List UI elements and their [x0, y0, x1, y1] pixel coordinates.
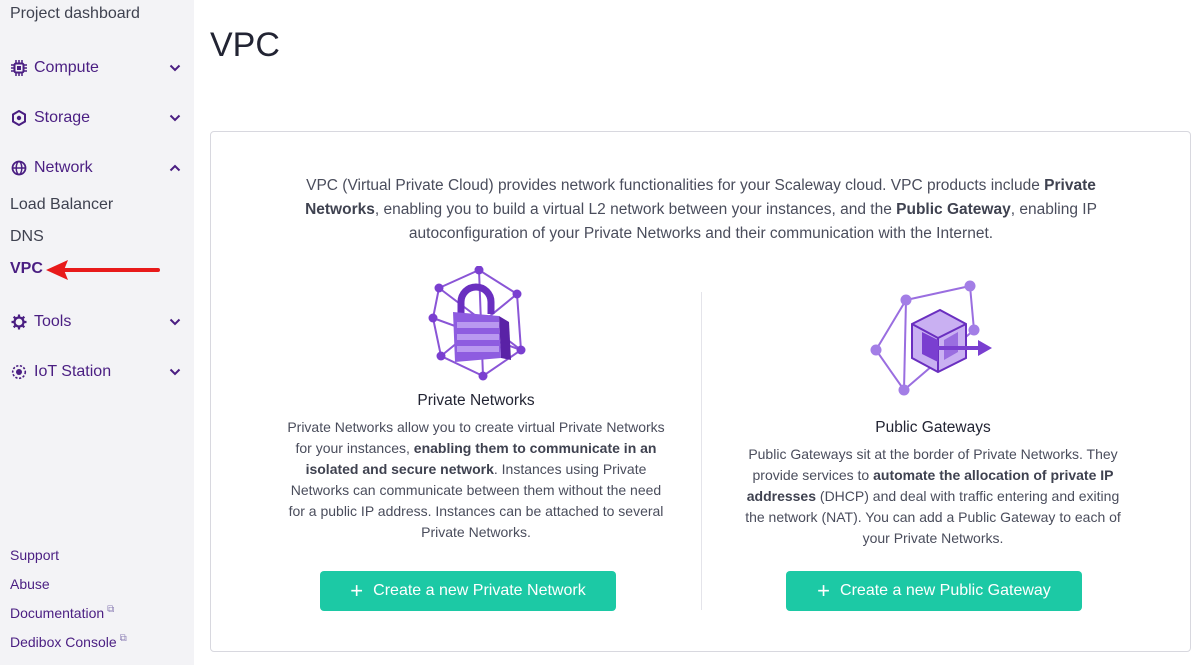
sidebar-category-compute[interactable]: Compute	[10, 56, 182, 80]
footer-link-label: Dedibox Console	[10, 634, 117, 650]
iot-icon	[10, 363, 28, 381]
sidebar-category-network[interactable]: Network	[10, 156, 182, 180]
intro-text: VPC (Virtual Private Cloud) provides net…	[296, 174, 1106, 246]
button-label: Create a new Public Gateway	[840, 582, 1051, 599]
footer-link-documentation[interactable]: Documentation ⧉	[10, 603, 115, 622]
sidebar-item-dns[interactable]: DNS	[10, 228, 44, 246]
create-private-network-button[interactable]: + Create a new Private Network	[320, 571, 616, 611]
page-title: VPC	[210, 26, 280, 64]
public-gateway-cube-icon	[870, 280, 992, 396]
private-networks-section: Private Networks Private Networks allow …	[281, 266, 671, 543]
footer-link-label: Documentation	[10, 605, 105, 621]
chevron-down-icon	[168, 365, 182, 379]
column-divider	[701, 292, 702, 610]
sidebar: Project dashboard Compute Storage Networ…	[0, 0, 194, 665]
sidebar-category-iot-station[interactable]: IoT Station	[10, 360, 182, 384]
sidebar-category-label: Compute	[34, 59, 99, 76]
chip-icon	[10, 59, 28, 77]
external-link-icon: ⧉	[119, 632, 127, 644]
create-public-gateway-button[interactable]: + Create a new Public Gateway	[786, 571, 1082, 611]
sidebar-category-label: Network	[34, 159, 93, 176]
private-networks-title: Private Networks	[417, 392, 535, 409]
sidebar-category-label: Tools	[34, 313, 72, 330]
globe-icon	[10, 159, 28, 177]
footer-link-label: Support	[10, 547, 60, 563]
plus-icon: +	[350, 578, 364, 603]
public-gateways-section: Public Gateways Public Gateways sit at t…	[743, 278, 1123, 549]
public-gateways-description: Public Gateways sit at the border of Pri…	[743, 444, 1123, 549]
chevron-up-icon	[168, 161, 182, 175]
intro-text-part: , enabling you to build a virtual L2 net…	[374, 201, 897, 218]
button-label: Create a new Private Network	[373, 582, 586, 599]
vpc-overview-card: VPC (Virtual Private Cloud) provides net…	[210, 131, 1191, 652]
private-network-lock-icon	[428, 266, 526, 381]
annotation-arrow-icon	[46, 260, 160, 280]
external-link-icon: ⧉	[107, 603, 115, 615]
gear-icon	[10, 313, 28, 331]
sidebar-category-tools[interactable]: Tools	[10, 310, 182, 334]
footer-link-abuse[interactable]: Abuse	[10, 576, 50, 592]
footer-link-support[interactable]: Support	[10, 547, 59, 563]
footer-link-dedibox-console[interactable]: Dedibox Console ⧉	[10, 632, 127, 651]
chevron-down-icon	[168, 61, 182, 75]
plus-icon: +	[817, 578, 831, 603]
hexagon-icon	[10, 109, 28, 127]
chevron-down-icon	[168, 315, 182, 329]
sidebar-category-storage[interactable]: Storage	[10, 106, 182, 130]
intro-text-part: VPC (Virtual Private Cloud) provides net…	[306, 177, 1045, 194]
sidebar-category-label: IoT Station	[34, 363, 112, 380]
chevron-down-icon	[168, 111, 182, 125]
intro-text-bold: Public Gateway	[896, 201, 1011, 218]
private-networks-description: Private Networks allow you to create vir…	[281, 417, 671, 543]
project-dashboard-link[interactable]: Project dashboard	[10, 5, 140, 23]
sidebar-category-label: Storage	[34, 109, 91, 126]
public-gateways-title: Public Gateways	[875, 419, 991, 436]
sidebar-item-load-balancer[interactable]: Load Balancer	[10, 196, 113, 214]
footer-link-label: Abuse	[10, 576, 50, 592]
sidebar-item-vpc[interactable]: VPC	[10, 260, 43, 278]
